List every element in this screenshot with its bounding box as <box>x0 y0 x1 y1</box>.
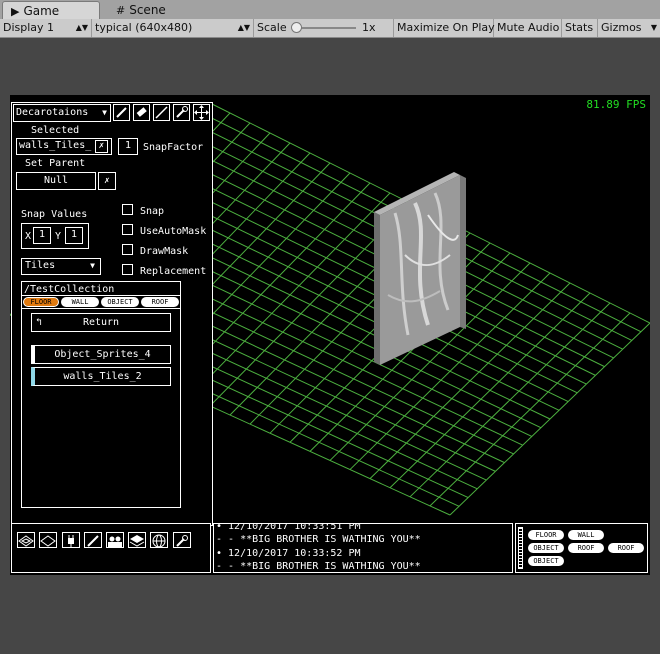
layer-dropdown[interactable]: Tiles ▼ <box>21 258 101 275</box>
use-auto-mask-label: UseAutoMask <box>140 226 207 237</box>
clear-selected-icon[interactable]: ✗ <box>95 140 108 153</box>
pencil-icon[interactable] <box>84 532 102 548</box>
stack-icon[interactable] <box>128 532 146 548</box>
selected-value: walls_Tiles_ <box>19 140 92 151</box>
wrench-icon[interactable] <box>173 532 191 548</box>
tile-icon[interactable] <box>39 532 57 548</box>
selected-label: Selected <box>31 125 80 136</box>
category-tab-floor[interactable]: FLOOR <box>23 297 59 307</box>
scale-slider-knob[interactable] <box>291 22 302 33</box>
category-tab-object[interactable]: OBJECT <box>101 297 139 307</box>
console-line: - - **BIG BROTHER IS WATHING YOU** <box>216 561 421 572</box>
category-button-object[interactable]: OBJECT <box>528 556 564 566</box>
tab-scene[interactable]: # Scene <box>108 1 166 19</box>
mode-dropdown[interactable]: Decarotaions ▼ <box>13 104 111 122</box>
snap-x-value: 1 <box>38 229 46 240</box>
scroll-handle[interactable] <box>518 527 523 569</box>
console-line: • 12/10/2017 10:33:52 PM <box>216 548 361 559</box>
stats-toggle[interactable]: Stats <box>562 19 598 37</box>
console-line: - - **BIG BROTHER IS WATHING YOU** <box>216 534 421 545</box>
layer-dropdown-label: Tiles <box>25 260 56 271</box>
scene-icon: # <box>116 4 126 17</box>
category-button-wall[interactable]: WALL <box>568 530 604 540</box>
maximize-label: Maximize On Play <box>397 21 495 34</box>
collection-item-label: walls_Tiles_2 <box>63 371 142 382</box>
set-parent-label: Set Parent <box>25 158 86 169</box>
parent-value: Null <box>43 175 69 186</box>
game-toolbar: Display 1 ▲▼ typical (640x480) ▲▼ Scale 1x… <box>0 19 660 38</box>
wrench-tool-icon[interactable] <box>173 104 190 121</box>
scale-value: 1x <box>362 21 376 34</box>
tab-scene-label: Scene <box>129 3 166 17</box>
display-dropdown-label: Display 1 <box>3 21 55 34</box>
category-tab-wall[interactable]: WALL <box>61 297 99 307</box>
snap-x-label: X <box>25 231 32 242</box>
mute-label: Mute Audio <box>497 21 560 34</box>
console-log: • 12/10/2017 10:33:51 PM - - **BIG BROTH… <box>213 523 513 573</box>
pencil-tool-icon[interactable] <box>153 104 170 121</box>
users-icon[interactable] <box>106 532 124 548</box>
parent-field[interactable]: Null <box>16 172 96 190</box>
game-view[interactable]: 81.89 FPS Decarotaions ▼ Selected walls_… <box>10 95 650 575</box>
bottom-tool-bar <box>11 523 211 573</box>
dropdown-arrow-icon: ▼ <box>650 23 657 32</box>
collection-item-label: Object_Sprites_4 <box>54 349 151 360</box>
category-button-roof[interactable]: ROOF <box>608 543 644 553</box>
replacement-label: Replacement <box>140 266 207 277</box>
globe-icon[interactable] <box>150 532 168 548</box>
snap-y-value: 1 <box>70 229 78 240</box>
return-button-label: Return <box>82 317 120 328</box>
dropdown-arrow-icon: ▼ <box>90 261 95 270</box>
category-button-roof[interactable]: ROOF <box>568 543 604 553</box>
tab-game[interactable]: ▶ Game <box>2 1 100 20</box>
fps-counter: 81.89 FPS <box>586 98 646 111</box>
category-button-panel: FLOOR WALL OBJECT ROOF ROOF OBJECT <box>515 523 648 573</box>
category-button-floor[interactable]: FLOOR <box>528 530 564 540</box>
replacement-checkbox[interactable] <box>122 264 133 275</box>
layers-icon[interactable] <box>17 532 35 548</box>
tab-game-label: Game <box>23 4 60 18</box>
snap-y-input[interactable]: 1 <box>65 227 83 244</box>
mute-audio-toggle[interactable]: Mute Audio <box>494 19 562 37</box>
gizmos-label: Gizmos <box>601 21 642 34</box>
snap-x-input[interactable]: 1 <box>33 227 51 244</box>
return-button[interactable]: ↰ Return <box>31 313 171 332</box>
use-auto-mask-checkbox[interactable] <box>122 224 133 235</box>
category-button-object[interactable]: OBJECT <box>528 543 564 553</box>
snap-checkbox[interactable] <box>122 204 133 215</box>
snap-factor-input[interactable]: 1 <box>118 138 138 155</box>
gizmos-dropdown[interactable]: Gizmos ▼ <box>598 19 660 37</box>
plug-icon[interactable] <box>62 532 80 548</box>
snap-y-label: Y <box>55 231 62 242</box>
tab-bar: ▶ Game # Scene <box>0 0 660 20</box>
snap-checkbox-label: Snap <box>140 206 165 217</box>
clear-parent-icon[interactable]: ✗ <box>98 172 116 190</box>
resolution-dropdown-label: typical (640x480) <box>95 21 193 34</box>
return-icon: ↰ <box>36 317 43 328</box>
snap-values-label: Snap Values <box>21 209 88 220</box>
eraser-tool-icon[interactable] <box>133 104 150 121</box>
collection-item[interactable]: walls_Tiles_2 <box>31 367 171 386</box>
console-line: • 12/10/2017 10:33:51 PM <box>216 523 361 532</box>
snap-factor-label: SnapFactor <box>143 142 204 153</box>
stats-label: Stats <box>565 21 594 34</box>
brush-tool-icon[interactable] <box>113 104 130 121</box>
display-dropdown[interactable]: Display 1 ▲▼ <box>0 19 92 37</box>
mode-dropdown-label: Decarotaions <box>16 107 89 118</box>
maximize-on-play-toggle[interactable]: Maximize On Play <box>394 19 495 37</box>
dropdown-arrow-icon: ▲▼ <box>75 23 88 32</box>
draw-mask-label: DrawMask <box>140 246 189 257</box>
dropdown-arrow-icon: ▲▼ <box>237 23 250 32</box>
snap-factor-value: 1 <box>124 140 132 151</box>
collection-item[interactable]: Object_Sprites_4 <box>31 345 171 364</box>
draw-mask-checkbox[interactable] <box>122 244 133 255</box>
scale-slider-track[interactable] <box>296 27 356 29</box>
scale-label: Scale <box>257 21 287 34</box>
move-tool-icon[interactable] <box>193 104 210 121</box>
dropdown-arrow-icon: ▼ <box>102 108 107 117</box>
category-tab-roof[interactable]: ROOF <box>141 297 179 307</box>
tile-editor-panel: Decarotaions ▼ Selected walls_Tiles_ ✗ 1… <box>11 102 213 526</box>
resolution-dropdown[interactable]: typical (640x480) ▲▼ <box>92 19 254 37</box>
